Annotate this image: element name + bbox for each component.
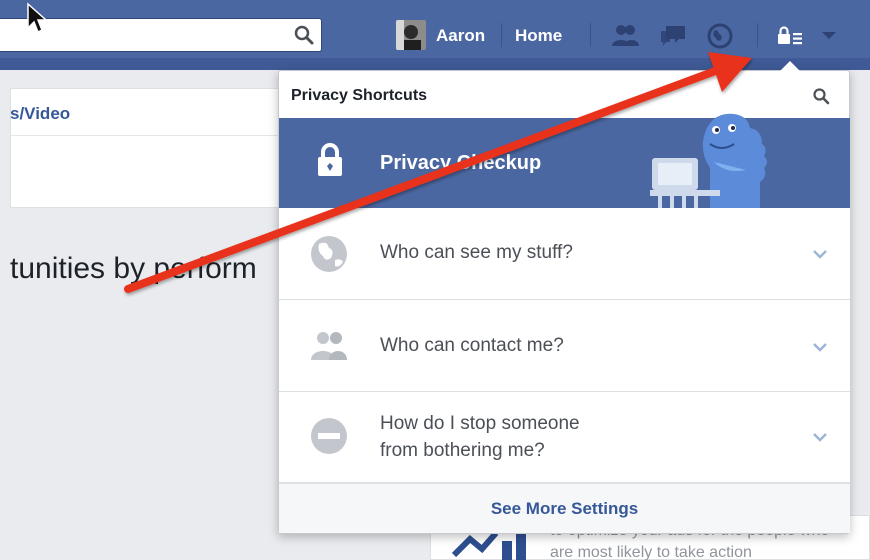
see-more-settings-footer: See More Settings [279,483,850,533]
privacy-item-label: Who can see my stuff? [380,242,573,263]
privacy-item-label: Who can contact me? [380,335,564,356]
notifications-globe-icon[interactable] [705,22,735,50]
chevron-down-icon[interactable] [812,432,828,442]
friend-requests-icon[interactable] [610,22,640,50]
search-icon[interactable] [293,24,315,46]
profile-name-link[interactable]: Aaron [436,26,485,46]
nav-divider [501,23,502,47]
chevron-down-icon[interactable] [812,249,828,259]
privacy-item-see-my-stuff[interactable]: Who can see my stuff? [279,208,850,300]
globe-icon [311,236,347,272]
search-input[interactable] [0,18,322,52]
privacy-checkup-label[interactable]: Privacy Checkup [380,152,541,175]
dropdown-caret [780,61,800,71]
lock-icon [318,143,342,176]
account-menu-caret-icon[interactable] [820,28,838,42]
dropdown-title: Privacy Shortcuts [291,87,428,104]
nav-divider [590,23,591,47]
privacy-item-contact-me[interactable]: Who can contact me? [279,300,850,392]
privacy-item-label: How do I stop someone [380,413,580,434]
see-more-settings-link[interactable]: See More Settings [491,499,638,519]
search-icon[interactable] [812,87,830,105]
privacy-item-stop-someone[interactable]: How do I stop someone from bothering me? [279,392,850,483]
people-icon [311,332,347,360]
photo-video-tab[interactable]: s/Video [10,104,70,124]
privacy-shortcuts-icon[interactable] [776,24,804,48]
background-heading: tunities by perform [10,252,257,285]
avatar[interactable] [396,20,426,50]
block-icon [311,418,347,454]
card-divider [10,135,290,136]
mouse-cursor-icon [27,2,48,34]
home-link[interactable]: Home [515,26,562,46]
messages-icon[interactable] [658,22,688,50]
nav-divider [757,23,758,47]
chevron-down-icon[interactable] [812,342,828,352]
privacy-item-label-line2: from bothering me? [380,440,545,461]
privacy-dinosaur-icon [650,113,767,208]
